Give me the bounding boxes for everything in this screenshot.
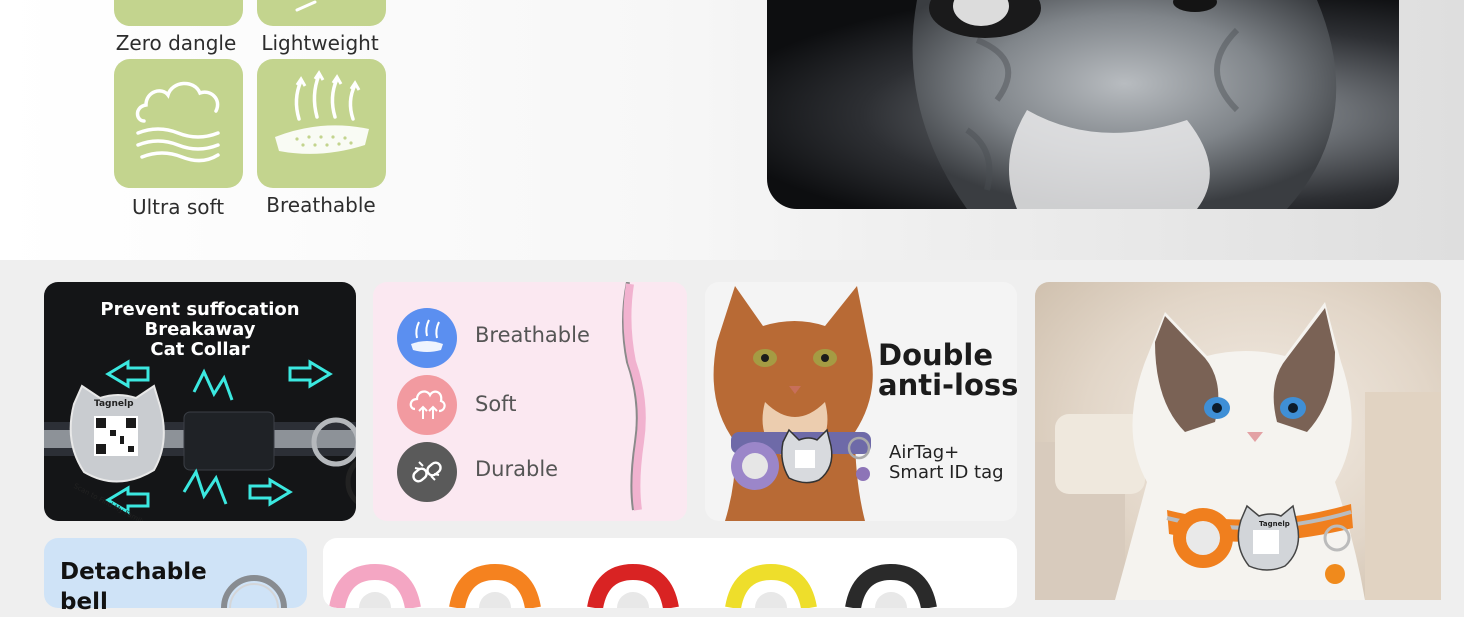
detachable-title-line2: bell bbox=[60, 589, 108, 615]
soft-icon bbox=[397, 375, 457, 435]
property-label-soft: Soft bbox=[475, 392, 517, 416]
feature-label-ultra-soft: Ultra soft bbox=[131, 195, 225, 219]
hero-cat-photo bbox=[767, 0, 1399, 209]
detachable-title-line1: Detachable bbox=[60, 559, 207, 585]
double-anti-loss-subtitle: AirTag+ Smart ID tag bbox=[889, 443, 1004, 483]
ultra-soft-tile bbox=[114, 59, 243, 188]
feature-label-lightweight: Lightweight bbox=[261, 31, 379, 55]
color-holder-yellow[interactable] bbox=[725, 563, 817, 608]
breathable-tile bbox=[257, 59, 386, 188]
ragdoll-cat-photo: Tagnelp bbox=[1035, 282, 1441, 600]
double-anti-loss-title: Double anti-loss bbox=[878, 340, 1018, 400]
lightweight-tile bbox=[257, 0, 386, 26]
cloud-icon bbox=[135, 81, 220, 163]
feature-label-breathable: Breathable bbox=[266, 193, 376, 217]
double-anti-loss-sub-line2: Smart ID tag bbox=[889, 462, 1004, 483]
color-holder-row bbox=[329, 563, 937, 608]
feather-icon bbox=[295, 0, 317, 12]
color-holder-orange[interactable] bbox=[449, 563, 541, 608]
breathable-icon bbox=[397, 308, 457, 368]
double-anti-loss-title-line2: anti-loss bbox=[878, 368, 1019, 402]
double-anti-loss-title-line1: Double bbox=[878, 338, 994, 372]
color-holder-black[interactable] bbox=[845, 563, 937, 608]
detachable-bell-title: Detachable bell bbox=[60, 557, 207, 617]
breakaway-buckle-illustration bbox=[44, 359, 356, 515]
grey-cat-illustration bbox=[912, 0, 1337, 209]
property-label-durable: Durable bbox=[475, 457, 559, 481]
tag-brand-label: Tagnelp bbox=[94, 399, 134, 409]
zero-dangle-tile bbox=[114, 0, 243, 26]
property-label-breathable: Breathable bbox=[475, 323, 590, 347]
breathable-icon bbox=[275, 70, 369, 154]
color-options-card bbox=[323, 538, 1017, 608]
feature-label-zero-dangle: Zero dangle bbox=[115, 31, 237, 55]
ragdoll-cat-illustration bbox=[1035, 302, 1441, 600]
pink-strap-illustration bbox=[622, 282, 646, 511]
ragdoll-tag-brand: Tagnelp bbox=[1259, 520, 1290, 528]
color-holder-red[interactable] bbox=[587, 563, 679, 608]
breakaway-collar-card: Prevent suffocation Breakaway Cat Collar… bbox=[44, 282, 356, 521]
color-holder-pink[interactable] bbox=[329, 563, 421, 608]
double-anti-loss-sub-line1: AirTag+ bbox=[889, 442, 960, 463]
durable-icon bbox=[397, 442, 457, 502]
